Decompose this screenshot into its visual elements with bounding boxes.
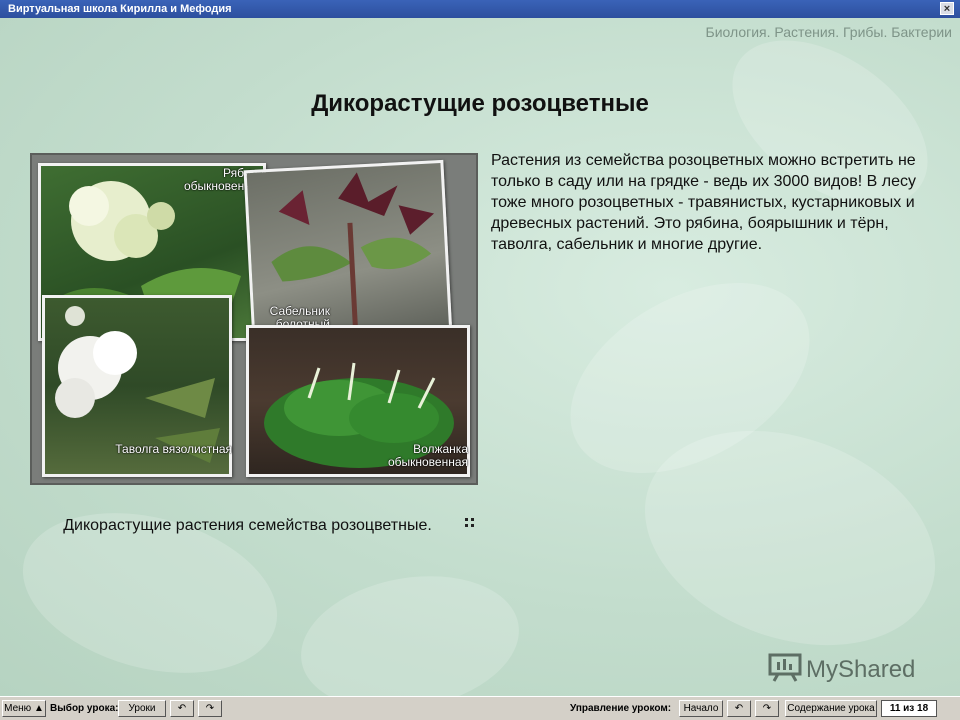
subject-breadcrumb[interactable]: Биология. Растения. Грибы. Бактерии — [706, 24, 952, 40]
step-forward-button[interactable]: ↷ — [755, 700, 779, 717]
contents-button[interactable]: Содержание урока — [785, 700, 877, 717]
lesson-choice-label: Выбор урока: — [50, 703, 119, 714]
start-button[interactable]: Начало — [679, 700, 723, 717]
watermark: MyShared — [768, 652, 915, 689]
slide-counter: 11 из 18 — [881, 700, 937, 717]
step-back-button[interactable]: ↶ — [727, 700, 751, 717]
menu-button[interactable]: Меню ▲ — [2, 700, 46, 717]
bottom-toolbar: Меню ▲ Выбор урока: Уроки ↶ ↷ Управление… — [0, 696, 960, 720]
label-goatsbeard: Волжанка обыкновенная — [387, 442, 468, 469]
watermark-text: MyShared — [806, 655, 916, 683]
lessons-button[interactable]: Уроки — [118, 700, 166, 717]
undo-arrow-icon: ↶ — [734, 703, 744, 714]
close-button[interactable]: × — [940, 2, 954, 15]
plant-photo-collage: Рябина обыкновенная Таволга вязолистная — [30, 153, 478, 485]
redo-arrow-icon: ↷ — [762, 703, 772, 714]
slide-area: Биология. Растения. Грибы. Бактерии Дико… — [0, 18, 960, 696]
presentation-icon — [768, 652, 802, 689]
slide-description: Растения из семейства розоцветных можно … — [491, 152, 917, 253]
photo-caption: Дикорастущие растения семейства розоцвет… — [63, 517, 432, 534]
undo-arrow-icon: ↶ — [177, 703, 187, 714]
window-title-bar: Виртуальная школа Кирилла и Мефодия × — [0, 0, 960, 18]
resize-handle-icon[interactable] — [465, 518, 475, 528]
slide-heading: Дикорастущие розоцветные — [311, 90, 649, 117]
redo-arrow-icon: ↷ — [205, 703, 215, 714]
lesson-control-label: Управление уроком: — [570, 703, 672, 714]
lesson-forward-button[interactable]: ↷ — [198, 700, 222, 717]
window-title: Виртуальная школа Кирилла и Мефодия — [8, 3, 232, 15]
background-leaf — [290, 559, 530, 696]
lesson-back-button[interactable]: ↶ — [170, 700, 194, 717]
label-meadowsweet: Таволга вязолистная — [115, 442, 232, 456]
